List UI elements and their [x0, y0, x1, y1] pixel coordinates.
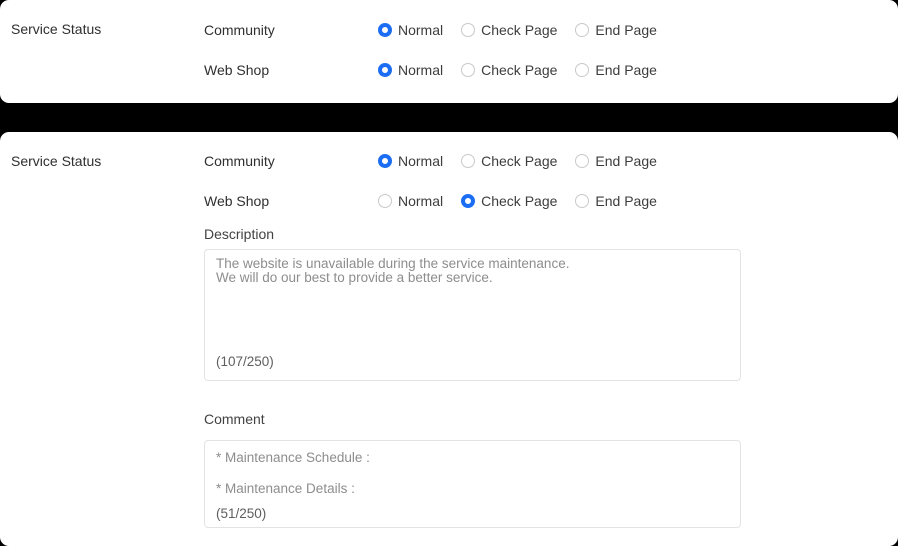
community-row: Community Normal Check Page End Page: [204, 10, 741, 50]
radio-label: Check Page: [481, 62, 557, 78]
comment-text-line: * Maintenance Schedule :: [216, 451, 729, 465]
comment-text-line: * Maintenance Details :: [216, 482, 729, 496]
radio-option-normal[interactable]: Normal: [378, 22, 443, 38]
comment-char-counter: (51/250): [216, 507, 729, 521]
web-shop-radio-group: Normal Check Page End Page: [378, 62, 657, 78]
service-status-panel-top: Service Status Community Normal Check Pa…: [0, 0, 898, 103]
radio-unselected-icon[interactable]: [461, 23, 475, 37]
community-row: Community Normal Check Page End Page: [204, 141, 741, 181]
description-textarea[interactable]: The website is unavailable during the se…: [204, 249, 741, 381]
radio-option-end-page[interactable]: End Page: [575, 153, 657, 169]
web-shop-row: Web Shop Normal Check Page End Page: [204, 50, 741, 90]
radio-label: Check Page: [481, 193, 557, 209]
radio-selected-icon[interactable]: [461, 194, 475, 208]
field-label-community: Community: [204, 153, 378, 169]
radio-option-normal[interactable]: Normal: [378, 193, 443, 209]
screen: Service Status Community Normal Check Pa…: [0, 0, 898, 546]
radio-selected-icon[interactable]: [378, 154, 392, 168]
radio-unselected-icon[interactable]: [575, 154, 589, 168]
radio-unselected-icon[interactable]: [461, 63, 475, 77]
description-char-counter: (107/250): [216, 355, 274, 369]
section-title: Service Status: [11, 153, 101, 169]
description-text-line: We will do our best to provide a better …: [216, 271, 729, 285]
radio-option-end-page[interactable]: End Page: [575, 193, 657, 209]
service-status-panel-bottom: Service Status Community Normal Check Pa…: [0, 132, 898, 546]
radio-option-normal[interactable]: Normal: [378, 62, 443, 78]
radio-label: End Page: [595, 193, 657, 209]
radio-label: Normal: [398, 153, 443, 169]
radio-option-check-page[interactable]: Check Page: [461, 62, 557, 78]
web-shop-radio-group: Normal Check Page End Page: [378, 193, 657, 209]
description-text-line: The website is unavailable during the se…: [216, 257, 729, 271]
radio-option-end-page[interactable]: End Page: [575, 62, 657, 78]
radio-unselected-icon[interactable]: [461, 154, 475, 168]
description-label: Description: [204, 225, 741, 243]
radio-label: Check Page: [481, 153, 557, 169]
community-radio-group: Normal Check Page End Page: [378, 153, 657, 169]
community-radio-group: Normal Check Page End Page: [378, 22, 657, 38]
radio-selected-icon[interactable]: [378, 63, 392, 77]
radio-option-normal[interactable]: Normal: [378, 153, 443, 169]
radio-unselected-icon[interactable]: [575, 63, 589, 77]
field-label-community: Community: [204, 22, 378, 38]
radio-option-check-page[interactable]: Check Page: [461, 153, 557, 169]
section-title: Service Status: [11, 21, 101, 37]
form-column: Community Normal Check Page End Page: [204, 10, 741, 90]
radio-option-check-page[interactable]: Check Page: [461, 22, 557, 38]
radio-label: Normal: [398, 193, 443, 209]
radio-label: Check Page: [481, 22, 557, 38]
radio-unselected-icon[interactable]: [575, 23, 589, 37]
radio-option-check-page[interactable]: Check Page: [461, 193, 557, 209]
radio-label: End Page: [595, 22, 657, 38]
radio-option-end-page[interactable]: End Page: [575, 22, 657, 38]
comment-label: Comment: [204, 410, 741, 428]
radio-unselected-icon[interactable]: [378, 194, 392, 208]
form-column: Community Normal Check Page End Page: [204, 141, 741, 528]
comment-textarea[interactable]: * Maintenance Schedule : * Maintenance D…: [204, 440, 741, 528]
radio-label: End Page: [595, 153, 657, 169]
radio-unselected-icon[interactable]: [575, 194, 589, 208]
radio-label: End Page: [595, 62, 657, 78]
field-label-web-shop: Web Shop: [204, 193, 378, 209]
field-label-web-shop: Web Shop: [204, 62, 378, 78]
radio-selected-icon[interactable]: [378, 23, 392, 37]
radio-label: Normal: [398, 22, 443, 38]
radio-label: Normal: [398, 62, 443, 78]
web-shop-row: Web Shop Normal Check Page End Page: [204, 181, 741, 221]
